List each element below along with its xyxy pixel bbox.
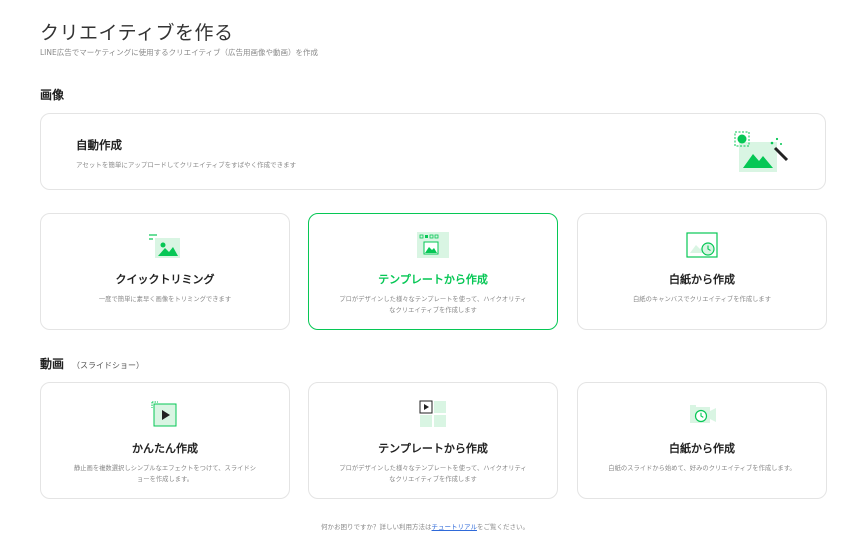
video-template-title: テンプレートから作成 <box>378 442 488 455</box>
template-image-icon <box>417 232 449 258</box>
help-note-prefix: 何かお困りですか？詳しい利用方法は <box>321 523 432 531</box>
image-section-title: 画像 <box>40 88 65 102</box>
help-note: 何かお困りですか？詳しい利用方法はチュートリアルをご覧ください。 <box>0 521 850 531</box>
image-template-card[interactable]: テンプレートから作成 プロがデザインした様々なテンプレートを使って、ハイクオリテ… <box>308 213 558 330</box>
image-template-description: プロがデザインした様々なテンプレートを使って、ハイクオリティなクリエイティブを作… <box>339 296 527 314</box>
crop-image-icon <box>149 234 180 258</box>
image-section-heading: 画像 <box>40 86 64 103</box>
image-blank-card[interactable]: 白紙から作成 白紙のキャンバスでクリエイティブを作成します <box>577 213 827 330</box>
easy-slideshow-card[interactable]: かんたん作成 静止画を複数選択しシンプルなエフェクトをつけて、スライドショーを作… <box>40 382 290 499</box>
quick-trimming-description: 一度で簡単に素早く画像をトリミングできます <box>98 296 232 303</box>
easy-slideshow-title: かんたん作成 <box>132 442 198 455</box>
auto-create-card[interactable]: 自動作成 アセットを簡単にアップロードしてクリエイティブをすばやく作成できます <box>40 113 826 190</box>
help-note-suffix: をご覧ください。 <box>476 523 529 531</box>
image-template-title: テンプレートから作成 <box>378 273 488 286</box>
video-section-title: 動画 <box>40 357 65 371</box>
video-section-heading: 動画 （スライドショー） <box>40 355 144 372</box>
video-section-subtitle: （スライドショー） <box>72 361 145 370</box>
quick-trimming-card[interactable]: クイックトリミング 一度で簡単に素早く画像をトリミングできます <box>40 213 290 330</box>
quick-trimming-title: クイックトリミング <box>115 273 215 286</box>
video-template-description: プロがデザインした様々なテンプレートを使って、ハイクオリティなクリエイティブを作… <box>339 465 527 483</box>
video-play-icon <box>151 401 177 427</box>
video-camera-clock-icon <box>690 405 716 423</box>
video-blank-title: 白紙から作成 <box>669 442 735 455</box>
image-blank-title: 白紙から作成 <box>669 273 735 286</box>
blank-image-clock-icon <box>686 232 718 258</box>
easy-slideshow-description: 静止画を複数選択しシンプルなエフェクトをつけて、スライドショーを作成します。 <box>73 465 257 483</box>
video-template-icon <box>419 400 446 427</box>
magic-image-icon <box>734 131 789 172</box>
video-blank-description: 白紙のスライドから始めて、好みのクリエイティブを作成します。 <box>608 465 796 472</box>
auto-create-title: 自動作成 <box>76 138 122 152</box>
video-blank-card[interactable]: 白紙から作成 白紙のスライドから始めて、好みのクリエイティブを作成します。 <box>577 382 827 499</box>
video-template-card[interactable]: テンプレートから作成 プロがデザインした様々なテンプレートを使って、ハイクオリテ… <box>308 382 558 499</box>
auto-create-description: アセットを簡単にアップロードしてクリエイティブをすばやく作成できます <box>76 161 297 169</box>
page-title: クリエイティブを作る <box>40 22 234 44</box>
tutorial-link[interactable]: チュートリアル <box>432 523 477 531</box>
image-blank-description: 白紙のキャンバスでクリエイティブを作成します <box>632 296 772 303</box>
page-subtitle: LINE広告でマーケティングに使用するクリエイティブ（広告用画像や動画）を作成 <box>40 48 319 57</box>
